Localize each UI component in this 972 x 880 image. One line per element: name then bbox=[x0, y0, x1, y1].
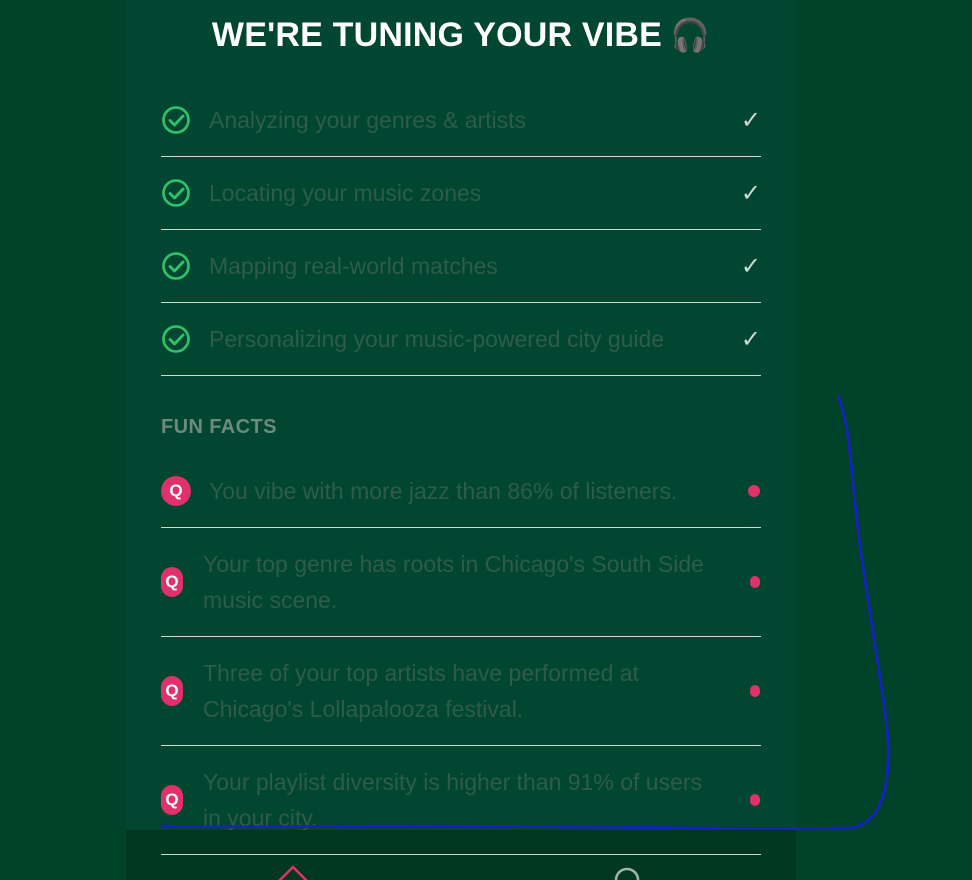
status-dot bbox=[748, 485, 760, 497]
fun-fact-text: Your playlist diversity is higher than 9… bbox=[203, 769, 703, 831]
check-circle-icon bbox=[162, 325, 190, 353]
step-done-check: ✓ bbox=[740, 252, 761, 280]
fun-fact-item: Q Your top genre has roots in Chicago's … bbox=[161, 528, 761, 637]
headphones-icon: 🎧 bbox=[670, 17, 711, 53]
fun-facts-list: Q You vibe with more jazz than 86% of li… bbox=[161, 455, 761, 855]
fun-fact-text: Your top genre has roots in Chicago's So… bbox=[203, 551, 704, 613]
fun-fact-item: Q Three of your top artists have perform… bbox=[161, 637, 761, 746]
progress-step: Personalizing your music-powered city gu… bbox=[161, 303, 761, 376]
quiz-badge-icon: Q bbox=[161, 785, 183, 815]
progress-steps-list: Analyzing your genres & artists ✓ Locati… bbox=[161, 84, 761, 376]
check-circle-icon bbox=[162, 252, 190, 280]
progress-step: Locating your music zones ✓ bbox=[161, 157, 761, 230]
fun-fact-item: Q You vibe with more jazz than 86% of li… bbox=[161, 455, 761, 528]
fun-fact-text: Three of your top artists have performed… bbox=[203, 660, 639, 722]
quiz-badge-icon: Q bbox=[161, 676, 183, 706]
step-label: Locating your music zones bbox=[209, 179, 482, 206]
step-done-check: ✓ bbox=[740, 106, 761, 134]
step-done-check: ✓ bbox=[740, 179, 761, 207]
fun-facts-heading: FUN FACTS bbox=[161, 416, 277, 438]
fun-fact-text: You vibe with more jazz than 86% of list… bbox=[209, 478, 678, 504]
search-icon[interactable] bbox=[612, 866, 642, 880]
page-title-text: WE'RE TUNING YOUR VIBE bbox=[211, 16, 663, 54]
bottom-divider bbox=[161, 854, 761, 855]
step-label: Mapping real-world matches bbox=[209, 252, 498, 279]
step-done-check: ✓ bbox=[740, 325, 761, 353]
status-dot bbox=[750, 576, 760, 588]
app-screen: WE'RE TUNING YOUR VIBE 🎧 Analyzing your g… bbox=[0, 0, 972, 880]
progress-step: Analyzing your genres & artists ✓ bbox=[161, 84, 761, 157]
check-circle-icon bbox=[162, 179, 190, 207]
page-title: WE'RE TUNING YOUR VIBE 🎧 bbox=[126, 16, 796, 55]
check-circle-icon bbox=[162, 106, 190, 134]
quiz-badge-icon: Q bbox=[161, 476, 191, 506]
home-icon[interactable] bbox=[276, 864, 310, 880]
bottom-navigation bbox=[126, 830, 796, 880]
status-dot bbox=[750, 794, 760, 806]
progress-step: Mapping real-world matches ✓ bbox=[161, 230, 761, 303]
step-label: Analyzing your genres & artists bbox=[209, 106, 527, 133]
status-dot bbox=[750, 685, 760, 697]
step-label: Personalizing your music-powered city gu… bbox=[209, 325, 665, 352]
quiz-badge-icon: Q bbox=[161, 567, 183, 597]
